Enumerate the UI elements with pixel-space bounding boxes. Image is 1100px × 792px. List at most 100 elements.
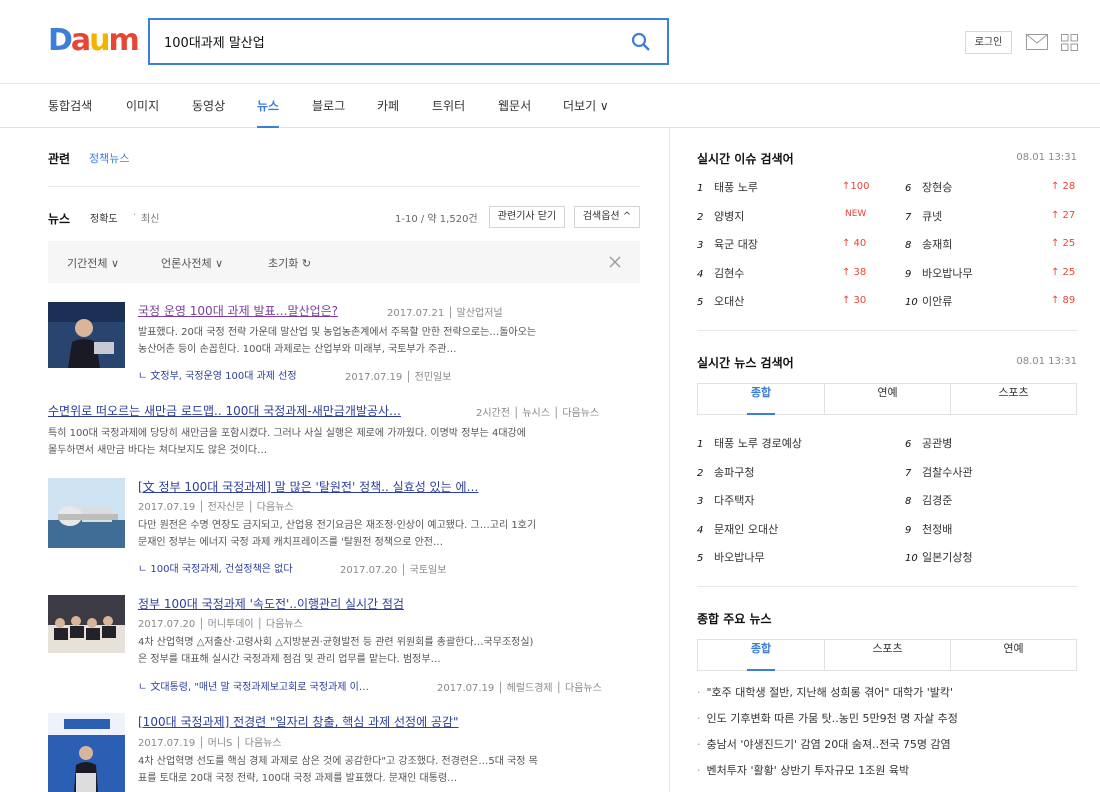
related-article-meta: 2017.07.19 │ 전민일보 bbox=[345, 372, 452, 383]
keyword-label: 장현승 bbox=[922, 181, 953, 194]
article-title[interactable]: 정부 100대 국정과제 '속도전'..이행관리 실시간 점검 bbox=[138, 595, 404, 612]
filter-bar: 기간전체 ∨ 언론사전체 ∨ 초기화 ↻ bbox=[48, 241, 640, 283]
keyword-label: 일본기상청 bbox=[922, 551, 973, 564]
rank-number: 2 bbox=[697, 212, 704, 223]
news-keyword[interactable]: 1 태풍 노루 경로예상 bbox=[697, 435, 802, 451]
main-news-tabs: 종합 스포츠 연예 bbox=[697, 639, 1077, 671]
article-thumbnail[interactable] bbox=[48, 713, 125, 792]
right-sidebar: 실시간 이슈 검색어 08.01 13:31 1 태풍 노루 ↑100 2 양병지 … bbox=[697, 128, 1077, 792]
issue-keyword[interactable]: 1 태풍 노루 bbox=[697, 179, 758, 195]
rank-number: 9 bbox=[905, 525, 912, 536]
sort-separator: · bbox=[133, 210, 137, 221]
rank-number: 9 bbox=[905, 269, 912, 280]
result-count: 1-10 / 약 1,520건 bbox=[395, 214, 478, 225]
article-thumbnail[interactable] bbox=[48, 302, 125, 368]
news-keyword[interactable]: 10 일본기상청 bbox=[905, 549, 973, 565]
related-policy-news-link[interactable]: 정책뉴스 bbox=[89, 150, 129, 166]
divider bbox=[697, 586, 1077, 587]
keyword-label: 김현수 bbox=[714, 267, 745, 280]
issue-keyword[interactable]: 4 김현수 bbox=[697, 265, 744, 281]
news-keyword[interactable]: 5 바오밥나무 bbox=[697, 549, 765, 565]
news-keyword[interactable]: 2 송파구청 bbox=[697, 464, 754, 480]
tab-cafe[interactable]: 카페 bbox=[377, 97, 399, 114]
issue-keyword[interactable]: 9 바오밥나무 bbox=[905, 265, 973, 281]
column-divider bbox=[669, 128, 670, 792]
main-news-item[interactable]: · 인도 기후변화 따른 가뭄 탓..농민 5만9천 명 자살 추정 bbox=[697, 710, 958, 726]
issue-keyword[interactable]: 5 오대산 bbox=[697, 293, 744, 309]
tab-overall[interactable]: 종합 bbox=[698, 640, 824, 671]
mail-icon[interactable] bbox=[1026, 34, 1048, 50]
rank-number: 2 bbox=[697, 468, 704, 479]
search-box bbox=[148, 18, 669, 65]
issue-keyword[interactable]: 2 양병지 bbox=[697, 208, 744, 224]
tab-sports[interactable]: 스포츠 bbox=[824, 640, 950, 670]
issue-keyword[interactable]: 8 송재희 bbox=[905, 236, 952, 252]
tab-webdocs[interactable]: 웹문서 bbox=[498, 97, 531, 114]
search-options-button[interactable]: 검색옵션 ^ bbox=[574, 206, 640, 228]
article-title[interactable]: 국정 운영 100대 과제 발표…말산업은? bbox=[138, 302, 338, 319]
tab-entertainment[interactable]: 연예 bbox=[950, 640, 1076, 670]
reset-filter[interactable]: 초기화 ↻ bbox=[268, 255, 311, 271]
search-icon[interactable] bbox=[631, 32, 651, 52]
rank-number: 4 bbox=[697, 269, 704, 280]
news-keyword[interactable]: 4 문재인 오대산 bbox=[697, 521, 778, 537]
article-title[interactable]: [100대 국정과제] 전경련 "일자리 창출, 핵심 과제 선정에 공감" bbox=[138, 713, 459, 730]
article-snippet: 농산어촌 등이 손꼽힌다. 100대 과제로는 산업부와 미래부, 국토부가 주… bbox=[138, 344, 457, 355]
news-keyword[interactable]: 7 검찰수사관 bbox=[905, 464, 973, 480]
tab-blog[interactable]: 블로그 bbox=[312, 97, 345, 114]
rank-number: 10 bbox=[905, 553, 918, 564]
close-related-button[interactable]: 관련기사 닫기 bbox=[489, 206, 565, 228]
sort-latest[interactable]: 최신 bbox=[141, 210, 159, 225]
related-article-link[interactable]: ㄴ 文정부, 국정운영 100대 과제 선정 bbox=[138, 367, 297, 382]
related-article-link[interactable]: ㄴ 文대통령, "매년 말 국정과제보고회로 국정과제 이… bbox=[138, 678, 369, 693]
issue-keyword[interactable]: 6 장현승 bbox=[905, 179, 952, 195]
tab-entertainment[interactable]: 연예 bbox=[824, 384, 950, 414]
period-filter[interactable]: 기간전체 ∨ bbox=[67, 255, 119, 271]
sort-accuracy[interactable]: 정확도 bbox=[90, 210, 118, 225]
article-title[interactable]: 수면위로 떠오르는 새만금 로드맵.. 100대 국정과제-새만금개발공사… bbox=[48, 402, 401, 419]
main-news-item[interactable]: · 벤처투자 '활황' 상반기 투자규모 1조원 육박 bbox=[697, 762, 909, 778]
main-news-item[interactable]: · "호주 대학생 절반, 지난해 성희롱 겪어" 대학가 '발칵' bbox=[697, 684, 953, 700]
close-icon[interactable] bbox=[609, 256, 621, 268]
article-title[interactable]: [文 정부 100대 국정과제] 말 많은 '탈원전' 정책.. 실효성 있는 … bbox=[138, 478, 478, 495]
tab-integrated[interactable]: 통합검색 bbox=[48, 97, 92, 114]
news-headline: 충남서 '야생진드기' 감염 20대 숨져..전국 75명 감염 bbox=[706, 738, 951, 751]
news-keyword[interactable]: 3 다주택자 bbox=[697, 492, 754, 508]
tab-twitter[interactable]: 트위터 bbox=[432, 97, 465, 114]
main-news-item[interactable]: · 충남서 '야생진드기' 감염 20대 숨져..전국 75명 감염 bbox=[697, 736, 951, 752]
tab-images[interactable]: 이미지 bbox=[126, 97, 159, 114]
app-grid-icon[interactable] bbox=[1061, 34, 1078, 51]
issue-keyword[interactable]: 10 이안류 bbox=[905, 293, 952, 309]
article-snippet: 4차 산업혁명 △저출산·고령사회 △지방분권·균형발전 등 관련 위원회를 총… bbox=[138, 637, 534, 648]
tab-videos[interactable]: 동영상 bbox=[192, 97, 225, 114]
article-meta: 2017.07.19 │ 전자신문 │ 다음뉴스 bbox=[138, 502, 294, 513]
realtime-news-tabs: 종합 연예 스포츠 bbox=[697, 383, 1077, 415]
daum-logo[interactable]: Daum bbox=[48, 26, 140, 56]
tab-news[interactable]: 뉴스 bbox=[257, 97, 280, 128]
realtime-issue-title: 실시간 이슈 검색어 bbox=[697, 152, 794, 166]
article-snippet: 4차 산업혁명 선도를 핵심 경제 과제로 삼은 것에 공감한다"고 강조했다.… bbox=[138, 756, 538, 767]
search-input[interactable] bbox=[164, 29, 604, 54]
press-filter[interactable]: 언론사전체 ∨ bbox=[161, 255, 223, 271]
news-keyword[interactable]: 8 김경준 bbox=[905, 492, 952, 508]
issue-keyword[interactable]: 3 육군 대장 bbox=[697, 236, 758, 252]
article-meta: 2017.07.19 │ 머니S │ 다음뉴스 bbox=[138, 738, 282, 749]
realtime-news-time: 08.01 13:31 bbox=[1016, 356, 1077, 367]
rank-number: 3 bbox=[697, 496, 704, 507]
news-keyword[interactable]: 9 천정배 bbox=[905, 521, 952, 537]
rank-number: 6 bbox=[905, 183, 912, 194]
issue-keyword[interactable]: 7 큐넷 bbox=[905, 208, 942, 224]
tab-overall[interactable]: 종합 bbox=[698, 384, 824, 415]
rank-number: 5 bbox=[697, 297, 704, 308]
article-thumbnail[interactable] bbox=[48, 478, 125, 548]
article-snippet: 몰두하면서 새만금 바다는 쳐다보지도 않은 것이다… bbox=[48, 445, 268, 456]
divider bbox=[48, 186, 640, 187]
rank-change: ↑ 30 bbox=[842, 295, 867, 306]
related-article-link[interactable]: ㄴ 100대 국정과제, 건설정책은 없다 bbox=[138, 560, 293, 575]
tab-sports[interactable]: 스포츠 bbox=[950, 384, 1076, 414]
article-thumbnail[interactable] bbox=[48, 595, 125, 653]
news-keyword[interactable]: 6 공관병 bbox=[905, 435, 952, 451]
login-button[interactable]: 로그인 bbox=[965, 31, 1012, 54]
keyword-label: 공관병 bbox=[922, 437, 953, 450]
tab-more[interactable]: 더보기 ∨ bbox=[563, 97, 609, 114]
